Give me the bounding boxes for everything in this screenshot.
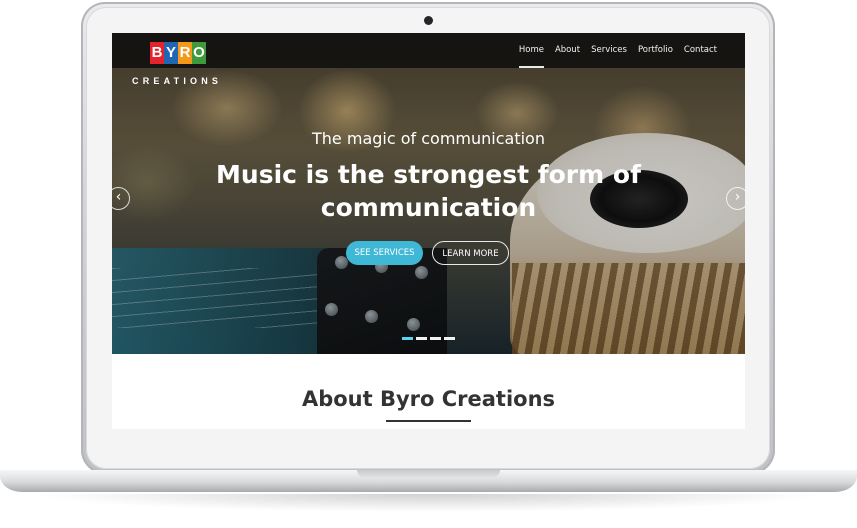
- nav-item-contact[interactable]: Contact: [684, 45, 717, 55]
- title-underline: [386, 420, 471, 422]
- logo-letter: R: [178, 42, 192, 64]
- logo-letter: B: [150, 42, 164, 64]
- website-screen: BYRO Home About Services Portfolio Contact C…: [112, 33, 745, 429]
- hero-subtitle: The magic of communication: [312, 129, 545, 148]
- slider-dot[interactable]: [430, 337, 441, 340]
- camera-icon: [424, 16, 433, 25]
- slider-dot[interactable]: [444, 337, 455, 340]
- nav-item-services[interactable]: Services: [591, 45, 627, 55]
- site-logo[interactable]: BYRO: [150, 42, 206, 64]
- logo-letter: Y: [164, 42, 178, 64]
- slider-dot[interactable]: [402, 337, 413, 340]
- slider-dot[interactable]: [416, 337, 427, 340]
- about-section: About Byro Creations: [112, 354, 745, 429]
- main-nav: Home About Services Portfolio Contact: [518, 45, 717, 68]
- hero-slider: BYRO Home About Services Portfolio Contact C…: [112, 33, 745, 354]
- hero-title: Music is the strongest form of communica…: [216, 160, 641, 222]
- laptop-shadow: [30, 494, 827, 512]
- learn-more-button[interactable]: LEARN MORE: [432, 241, 509, 265]
- laptop-notch: [357, 470, 500, 478]
- nav-item-portfolio[interactable]: Portfolio: [638, 45, 673, 55]
- chevron-right-icon[interactable]: ›: [726, 187, 745, 210]
- logo-tagline: CREATIONS: [132, 76, 223, 86]
- nav-item-home[interactable]: Home: [518, 45, 545, 68]
- slider-dots: [402, 337, 455, 340]
- nav-item-about[interactable]: About: [555, 45, 580, 55]
- about-title: About Byro Creations: [301, 387, 556, 411]
- see-services-button[interactable]: SEE SERVICES: [346, 241, 423, 265]
- logo-letter: O: [192, 42, 206, 64]
- site-navbar: BYRO Home About Services Portfolio Contact: [112, 33, 745, 68]
